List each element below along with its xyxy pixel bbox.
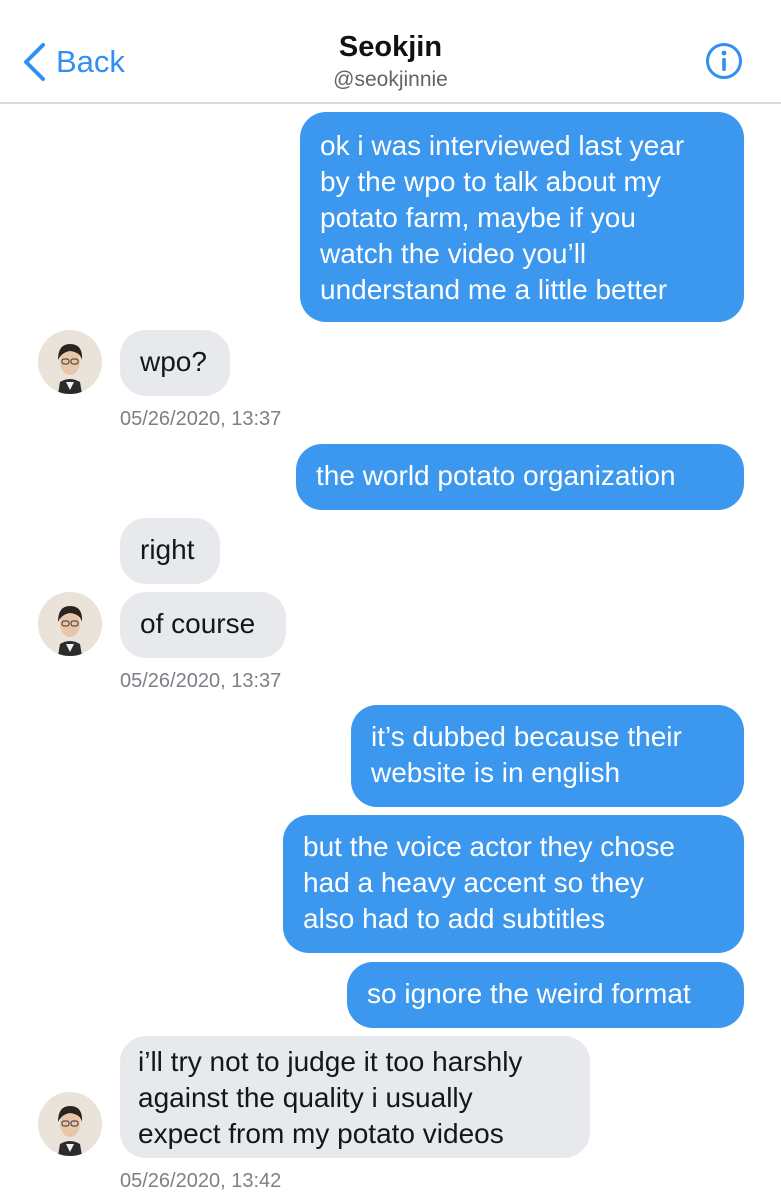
contact-avatar[interactable]	[38, 1092, 102, 1156]
message-bubble-outgoing[interactable]: but the voice actor they chose had a hea…	[283, 815, 744, 953]
info-icon	[706, 43, 742, 79]
contact-avatar[interactable]	[38, 592, 102, 656]
avatar-image	[38, 592, 102, 656]
message-bubble-incoming[interactable]: right	[120, 518, 220, 584]
message-timestamp: 05/26/2020, 13:37	[120, 408, 282, 430]
message-bubble-outgoing[interactable]: so ignore the weird format	[347, 962, 744, 1028]
message-bubble-incoming[interactable]: wpo?	[120, 330, 230, 396]
message-bubble-incoming[interactable]: i’ll try not to judge it too harshly aga…	[120, 1036, 590, 1158]
message-bubble-outgoing[interactable]: ok i was interviewed last year by the wp…	[300, 112, 744, 322]
info-button[interactable]	[705, 42, 743, 80]
message-bubble-outgoing[interactable]: it’s dubbed because their website is in …	[351, 705, 744, 807]
contact-name: Seokjin	[338, 31, 443, 63]
message-timestamp: 05/26/2020, 13:42	[120, 1170, 282, 1192]
conversation-header: Back Seokjin @seokjinnie	[0, 0, 781, 104]
message-timestamp: 05/26/2020, 13:37	[120, 670, 282, 692]
title-block: Seokjin @seokjinnie	[0, 30, 781, 94]
avatar-image	[38, 1092, 102, 1156]
message-bubble-outgoing[interactable]: the world potato organization	[296, 444, 744, 510]
message-bubble-incoming[interactable]: of course	[120, 592, 286, 658]
contact-handle: @seokjinnie	[333, 68, 448, 91]
contact-avatar[interactable]	[38, 330, 102, 394]
avatar-image	[38, 330, 102, 394]
